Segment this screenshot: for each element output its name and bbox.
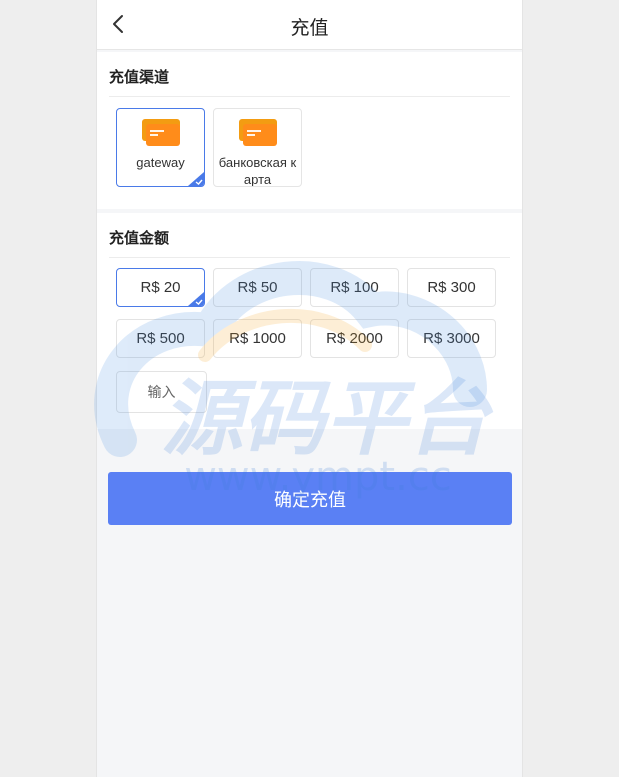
amount-option[interactable]: R$ 300 xyxy=(407,268,496,307)
amount-section-title: 充值金额 xyxy=(109,230,170,247)
amount-option[interactable]: R$ 20 xyxy=(116,268,205,307)
selected-check-icon xyxy=(188,172,204,186)
custom-amount-input[interactable] xyxy=(116,371,207,413)
amount-label: R$ 1000 xyxy=(229,330,286,347)
amount-label: R$ 20 xyxy=(140,279,181,296)
channel-option-gateway[interactable]: gateway xyxy=(116,108,205,187)
channel-label: gateway xyxy=(136,155,185,170)
amount-label: R$ 100 xyxy=(330,279,379,296)
divider xyxy=(109,96,510,97)
amount-section: 充值金额 R$ 20 R$ 50 R$ 100 R$ 300 R$ 500 R$… xyxy=(97,213,522,429)
amount-option[interactable]: R$ 50 xyxy=(213,268,302,307)
amount-option[interactable]: R$ 2000 xyxy=(310,319,399,358)
page-title: 充值 xyxy=(290,18,329,39)
confirm-recharge-button[interactable]: 确定充值 xyxy=(108,472,512,525)
amount-option[interactable]: R$ 1000 xyxy=(213,319,302,358)
recharge-page: 充值 充值渠道 gateway банковская карта 充值金额 R$… xyxy=(96,0,523,777)
amount-option[interactable]: R$ 500 xyxy=(116,319,205,358)
channel-option-bank-card[interactable]: банковская карта xyxy=(213,108,302,187)
amount-option[interactable]: R$ 100 xyxy=(310,268,399,307)
channel-section: 充值渠道 gateway банковская карта xyxy=(97,52,522,209)
credit-card-icon xyxy=(141,119,180,146)
channel-label: банковская карта xyxy=(218,155,297,187)
channel-section-title: 充值渠道 xyxy=(109,69,170,86)
amount-label: R$ 3000 xyxy=(423,330,480,347)
header-bar: 充值 xyxy=(97,0,522,50)
amount-label: R$ 2000 xyxy=(326,330,383,347)
amount-label: R$ 500 xyxy=(136,330,185,347)
selected-check-icon xyxy=(188,292,204,306)
credit-card-icon xyxy=(238,119,277,146)
amount-label: R$ 50 xyxy=(237,279,278,296)
amount-option[interactable]: R$ 3000 xyxy=(407,319,496,358)
divider xyxy=(109,257,510,258)
amount-label: R$ 300 xyxy=(427,279,476,296)
